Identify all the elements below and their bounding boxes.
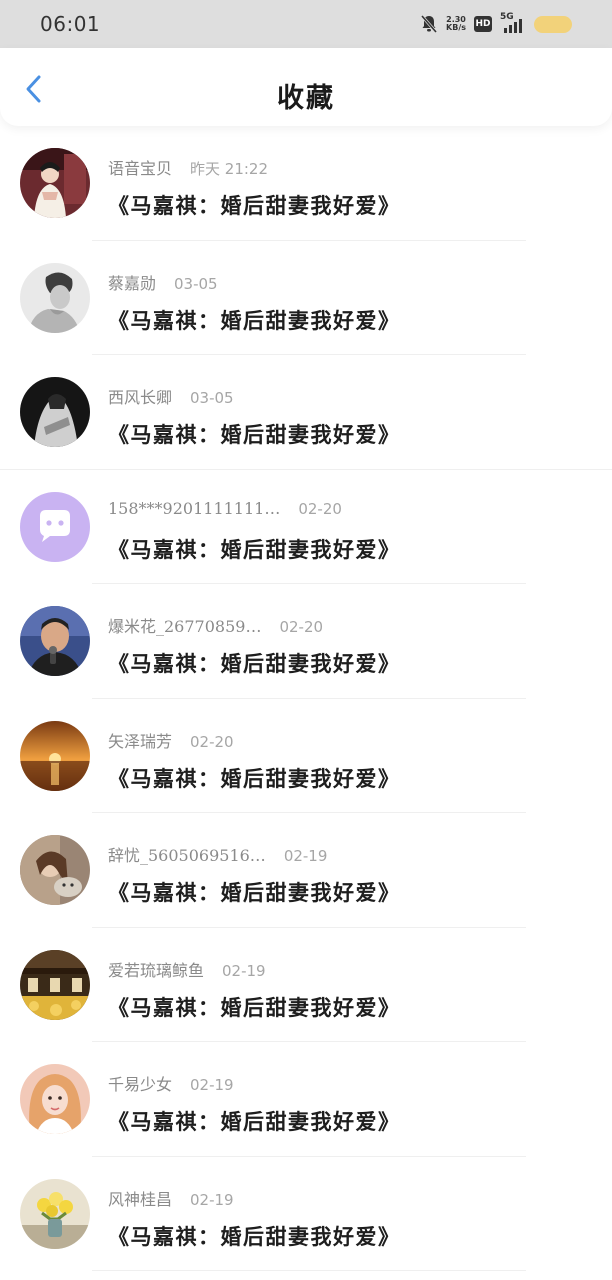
avatar-sunset-icon: [20, 720, 90, 791]
list-item[interactable]: 爆米花_26770859… 02-20 《马嘉祺：婚后甜妻我好爱》: [0, 584, 612, 699]
list-item[interactable]: 蔡嘉勋 03-05 《马嘉祺：婚后甜妻我好爱》: [0, 241, 612, 355]
user-name: 语音宝贝: [108, 159, 173, 178]
item-time: 02-19: [190, 1076, 234, 1094]
divider: [92, 1270, 526, 1271]
avatar[interactable]: [20, 835, 90, 905]
avatar[interactable]: [20, 377, 90, 447]
avatar-girl-cat-icon: [20, 835, 90, 905]
book-title: 《马嘉祺：婚后甜妻我好爱》: [108, 536, 401, 562]
battery-icon: [534, 15, 572, 33]
book-title: 《马嘉祺：婚后甜妻我好爱》: [108, 765, 401, 791]
item-meta: 千易少女 02-19: [108, 1071, 234, 1095]
item-time: 02-20: [190, 732, 234, 751]
signal-icon: 5G: [500, 12, 526, 33]
avatar[interactable]: [20, 262, 90, 333]
item-meta: 语音宝贝 昨天 21:22: [108, 155, 268, 179]
avatar-dark-figure-icon: [20, 377, 90, 447]
user-name: 蔡嘉勋: [108, 273, 157, 293]
avatar[interactable]: [20, 1178, 90, 1249]
avatar[interactable]: [20, 606, 90, 676]
avatar[interactable]: [20, 720, 90, 791]
item-meta: 西风长卿 03-05: [108, 384, 234, 408]
avatar[interactable]: [20, 148, 90, 218]
status-icons: 2.30 KB/s HD 5G: [420, 12, 572, 36]
book-title: 《马嘉祺：婚后甜妻我好爱》: [108, 422, 401, 447]
list-item[interactable]: 矢泽瑞芳 02-20 《马嘉祺：婚后甜妻我好爱》: [0, 699, 612, 813]
status-time: 06:01: [40, 12, 101, 36]
avatar-default-chat-icon: [20, 491, 90, 562]
item-time: 02-19: [283, 847, 328, 865]
item-time: 02-19: [222, 961, 266, 980]
book-title: 《马嘉祺：婚后甜妻我好爱》: [108, 880, 401, 905]
avatar-building-icon: [20, 949, 90, 1020]
network-speed-unit: KB/s: [446, 23, 466, 32]
item-time: 03-05: [190, 389, 234, 407]
avatar-monochrome-boy-icon: [20, 262, 90, 333]
item-meta: 辞忧_5605069516… 02-19: [108, 842, 327, 866]
hd-badge: HD: [474, 16, 492, 32]
list-item[interactable]: 西风长卿 03-05 《马嘉祺：婚后甜妻我好爱》: [0, 355, 612, 470]
page-title: 收藏: [277, 83, 335, 114]
user-name: 西风长卿: [108, 388, 173, 407]
list-item[interactable]: 爱若琉璃鲸鱼 02-19 《马嘉祺：婚后甜妻我好爱》: [0, 928, 612, 1042]
item-meta: 蔡嘉勋 03-05: [108, 270, 218, 294]
item-meta: 爆米花_26770859… 02-20: [108, 613, 323, 637]
list-item[interactable]: 风神桂昌 02-19 《马嘉祺：婚后甜妻我好爱》: [0, 1157, 612, 1271]
avatar-man-microphone-icon: [20, 606, 90, 676]
user-name: 爆米花_26770859…: [108, 617, 262, 636]
user-name: 千易少女: [108, 1075, 173, 1094]
mute-bell-icon: [420, 15, 438, 33]
avatar[interactable]: [20, 949, 90, 1020]
user-name: 辞忧_5605069516…: [108, 846, 266, 865]
user-name: 158***9201111111…: [108, 498, 281, 518]
item-time: 03-05: [174, 274, 218, 293]
status-bar: 06:01 2.30 KB/s HD 5G: [0, 0, 612, 48]
item-meta: 爱若琉璃鲸鱼 02-19: [108, 957, 266, 981]
item-time: 02-19: [190, 1190, 234, 1209]
item-time: 02-20: [279, 618, 324, 636]
favorites-list: 语音宝贝 昨天 21:22 《马嘉祺：婚后甜妻我好爱》 蔡嘉勋 03-05 《马嘉祺…: [0, 126, 612, 1271]
user-name: 矢泽瑞芳: [108, 731, 173, 751]
book-title: 《马嘉祺：婚后甜妻我好爱》: [108, 651, 401, 676]
avatar[interactable]: [20, 1064, 90, 1134]
avatar-woman-costume-icon: [20, 148, 90, 218]
book-title: 《马嘉祺：婚后甜妻我好爱》: [108, 1223, 401, 1249]
signal-label: 5G: [500, 12, 514, 22]
user-name: 爱若琉璃鲸鱼: [108, 960, 205, 980]
user-name: 风神桂昌: [108, 1189, 173, 1209]
item-meta: 风神桂昌 02-19: [108, 1186, 234, 1210]
list-item[interactable]: 语音宝贝 昨天 21:22 《马嘉祺：婚后甜妻我好爱》: [0, 126, 612, 241]
avatar[interactable]: [20, 491, 90, 562]
book-title: 《马嘉祺：婚后甜妻我好爱》: [108, 193, 401, 218]
network-speed: 2.30 KB/s: [446, 16, 466, 32]
list-item[interactable]: 千易少女 02-19 《马嘉祺：婚后甜妻我好爱》: [0, 1042, 612, 1157]
list-item[interactable]: 158***9201111111… 02-20 《马嘉祺：婚后甜妻我好爱》: [0, 470, 612, 584]
list-item[interactable]: 辞忧_5605069516… 02-19 《马嘉祺：婚后甜妻我好爱》: [0, 813, 612, 928]
item-time: 昨天 21:22: [190, 160, 269, 178]
book-title: 《马嘉祺：婚后甜妻我好爱》: [108, 1109, 401, 1134]
item-meta: 158***9201111111… 02-20: [108, 499, 342, 518]
book-title: 《马嘉祺：婚后甜妻我好爱》: [108, 307, 401, 333]
avatar-girl-selfie-icon: [20, 1064, 90, 1134]
item-time: 02-20: [298, 499, 342, 518]
book-title: 《马嘉祺：婚后甜妻我好爱》: [108, 994, 401, 1020]
item-meta: 矢泽瑞芳 02-20: [108, 728, 234, 752]
app-header: 收藏: [0, 48, 612, 126]
avatar-flowers-icon: [20, 1178, 90, 1249]
